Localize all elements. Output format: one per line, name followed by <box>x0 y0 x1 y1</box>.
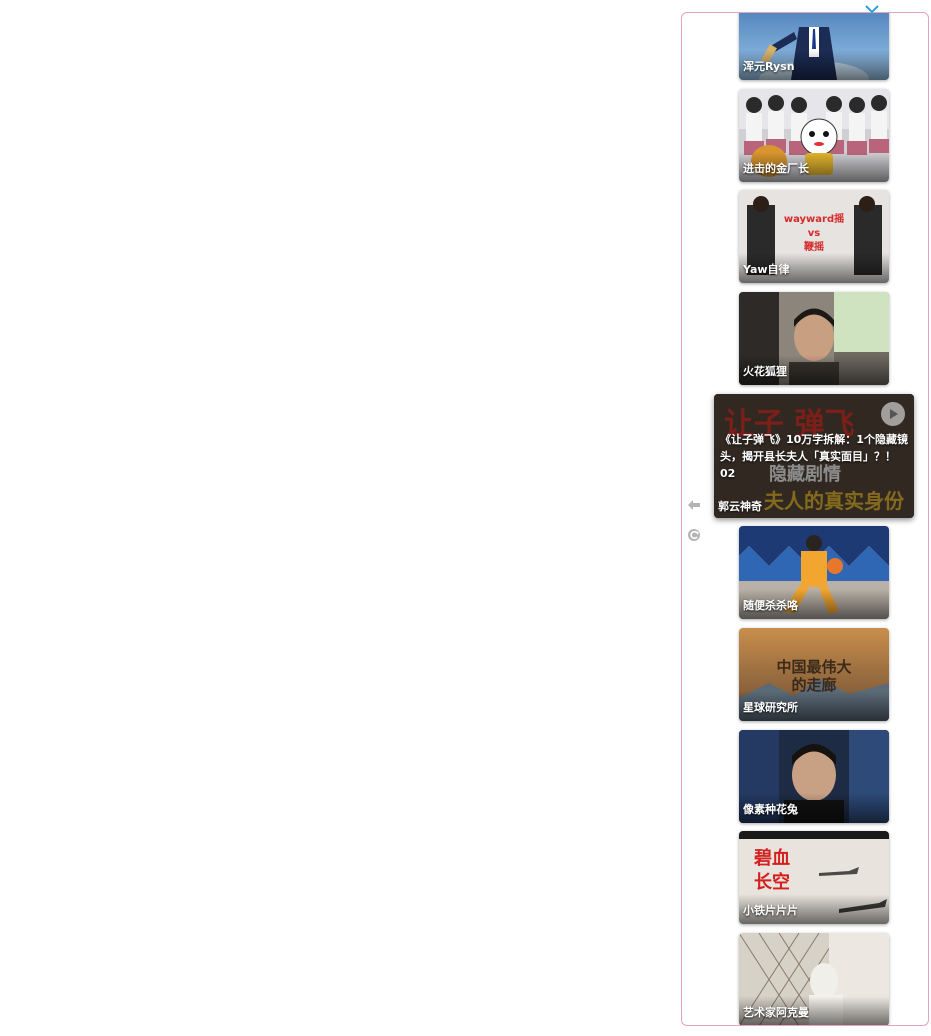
thumb-text: 鞭摇 <box>804 240 824 253</box>
thumb-text: wayward摇 <box>784 212 844 225</box>
video-card[interactable]: 像素种花兔 <box>739 730 889 823</box>
active-video-card[interactable]: 让子 弹飞 隐藏剧情 夫人的真实身份 《让子弹飞》10万字拆解：1个隐藏镜头，揭… <box>714 394 914 518</box>
video-author: 郭云神奇 <box>718 500 762 513</box>
video-card[interactable]: 碧血 长空 小铁片片片 <box>739 831 889 924</box>
video-author: 随便杀杀咯 <box>743 599 798 612</box>
video-author: 小铁片片片 <box>743 904 798 917</box>
back-arrow-icon[interactable] <box>687 498 701 512</box>
thumb-text: 长空 <box>754 871 790 893</box>
video-list-panel[interactable]: 浑元Rysn 进击的金厂长 wayward摇 vs 鞭摇 Yaw自律 火花狐狸 … <box>681 12 929 1026</box>
video-author: 进击的金厂长 <box>743 162 809 175</box>
thumb-text: vs <box>808 228 821 239</box>
video-card[interactable]: 随便杀杀咯 <box>739 526 889 619</box>
thumb-text: 碧血 <box>753 847 790 869</box>
video-author: 像素种花兔 <box>743 803 798 816</box>
close-icon <box>865 5 879 14</box>
close-button[interactable] <box>862 4 882 20</box>
video-title: 《让子弹飞》10万字拆解：1个隐藏镜头，揭开县长夫人「真实面目」？！ 02 <box>720 433 908 480</box>
video-author: 艺术家阿克曼 <box>743 1006 809 1019</box>
video-card[interactable]: 火花狐狸 <box>739 292 889 385</box>
video-author: 火花狐狸 <box>743 365 787 378</box>
thumb-text: 中国最伟大 <box>776 658 851 676</box>
video-card[interactable]: 浑元Rysn <box>739 13 889 80</box>
refresh-icon[interactable] <box>687 528 701 542</box>
play-button[interactable] <box>881 402 905 426</box>
play-icon <box>881 402 905 426</box>
video-card[interactable]: wayward摇 vs 鞭摇 Yaw自律 <box>739 190 889 283</box>
video-author: 浑元Rysn <box>743 60 795 73</box>
video-card[interactable]: 艺术家阿克曼 <box>739 933 889 1025</box>
video-card[interactable]: 进击的金厂长 <box>739 89 889 182</box>
video-author: Yaw自律 <box>743 263 790 276</box>
video-author: 星球研究所 <box>743 701 798 714</box>
video-card[interactable]: 中国最伟大 的走廊 星球研究所 <box>739 628 889 721</box>
